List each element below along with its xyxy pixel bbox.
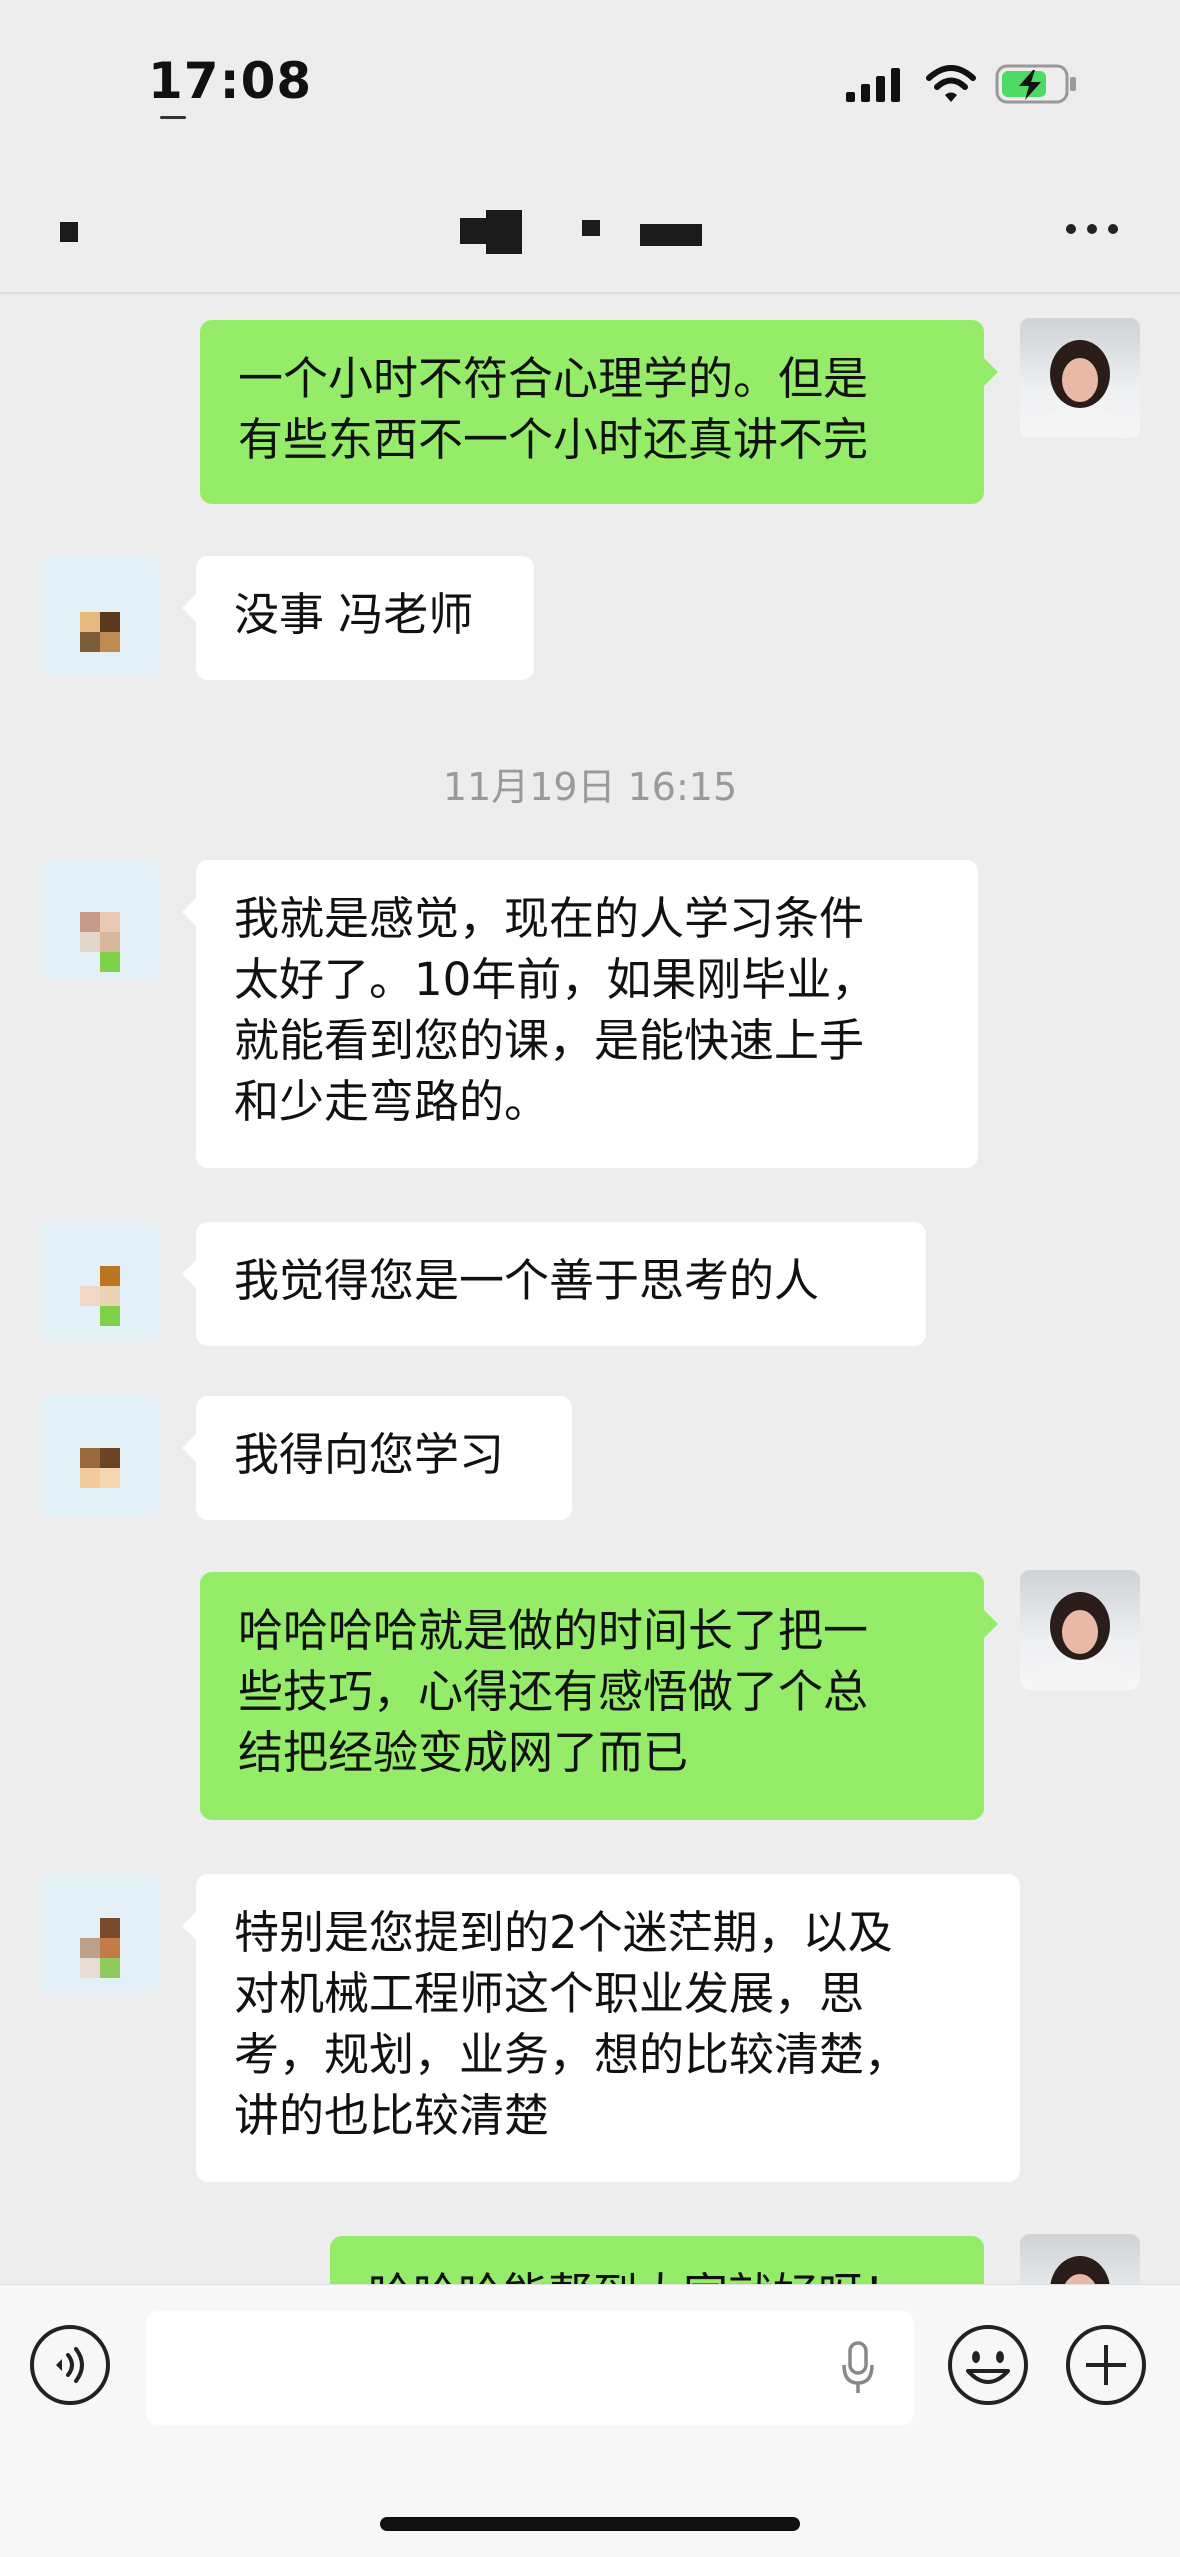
- plus-icon[interactable]: [1064, 2323, 1148, 2407]
- message-bubble-received[interactable]: 我就是感觉，现在的人学习条件 太好了。10年前，如果刚毕业， 就能看到您的课，是…: [182, 860, 978, 1168]
- wifi-icon: [926, 65, 976, 102]
- contact-avatar[interactable]: [40, 860, 160, 980]
- home-indicator: [380, 2517, 800, 2531]
- contact-avatar[interactable]: [40, 1222, 160, 1342]
- contact-avatar[interactable]: [40, 556, 160, 676]
- back-button[interactable]: [60, 222, 78, 242]
- chat-title-obscured: [460, 210, 710, 254]
- contact-avatar[interactable]: [40, 1874, 160, 1994]
- voice-icon[interactable]: [28, 2323, 112, 2407]
- message-bubble-sent[interactable]: 哈哈哈哈就是做的时间长了把一 些技巧，心得还有感悟做了个总 结把经验变成网了而已: [200, 1572, 998, 1820]
- battery-icon: [995, 64, 1076, 104]
- message-bubble-received[interactable]: 我得向您学习: [182, 1396, 572, 1520]
- message-bubble-sent[interactable]: 一个小时不符合心理学的。但是 有些东西不一个小时还真讲不完: [200, 320, 998, 504]
- status-time: 17:08: [148, 52, 313, 110]
- message-input[interactable]: [146, 2311, 914, 2425]
- my-avatar[interactable]: [1020, 1570, 1140, 1690]
- message-bubble-received[interactable]: 特别是您提到的2个迷茫期，以及 对机械工程师这个职业发展，思 考，规划，业务，想…: [182, 1874, 1020, 2182]
- message-bubble-received[interactable]: 没事 冯老师: [182, 556, 534, 680]
- time-underline: [160, 116, 186, 119]
- input-bar: [0, 2284, 1180, 2557]
- my-avatar[interactable]: [1020, 2234, 1140, 2284]
- more-icon[interactable]: [1062, 218, 1122, 242]
- nav-bar: [0, 170, 1180, 294]
- message-timestamp: 11月19日 16:15: [442, 765, 738, 809]
- chat-area[interactable]: 一个小时不符合心理学的。但是 有些东西不一个小时还真讲不完 没事 冯老师 11月…: [0, 294, 1180, 2284]
- emoji-icon[interactable]: [946, 2323, 1030, 2407]
- message-bubble-sent[interactable]: 哈哈哈能帮到大家就好呀！: [330, 2236, 984, 2284]
- status-bar: 17:08: [0, 0, 1180, 170]
- my-avatar[interactable]: [1020, 318, 1140, 438]
- message-bubble-received[interactable]: 我觉得您是一个善于思考的人: [182, 1222, 926, 1346]
- contact-avatar[interactable]: [40, 1396, 160, 1516]
- signal-icon: [846, 68, 900, 102]
- mic-icon[interactable]: [838, 2341, 878, 2397]
